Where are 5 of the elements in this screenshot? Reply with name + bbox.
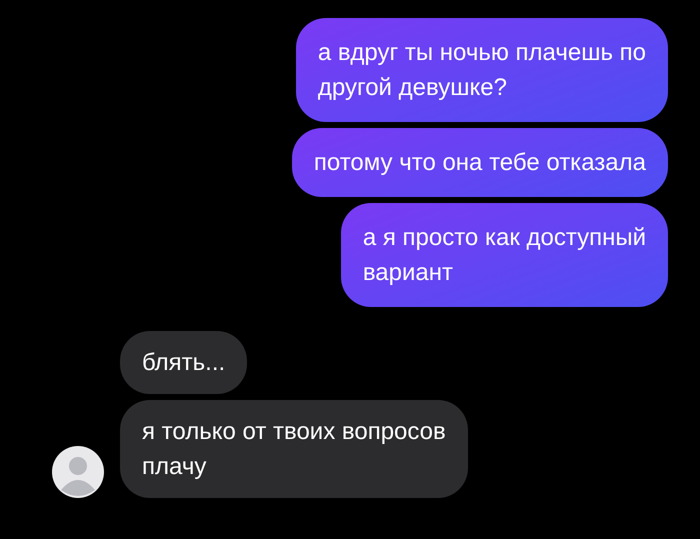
received-message: я только от твоих вопросов плачу [120,400,468,498]
sent-message: а я просто как доступный вариант [340,203,668,307]
received-message: блять... [120,331,248,394]
sent-message: потому что она тебе отказала [292,128,668,197]
sent-message: а вдруг ты ночью плачешь по другой девушке? [296,18,668,122]
